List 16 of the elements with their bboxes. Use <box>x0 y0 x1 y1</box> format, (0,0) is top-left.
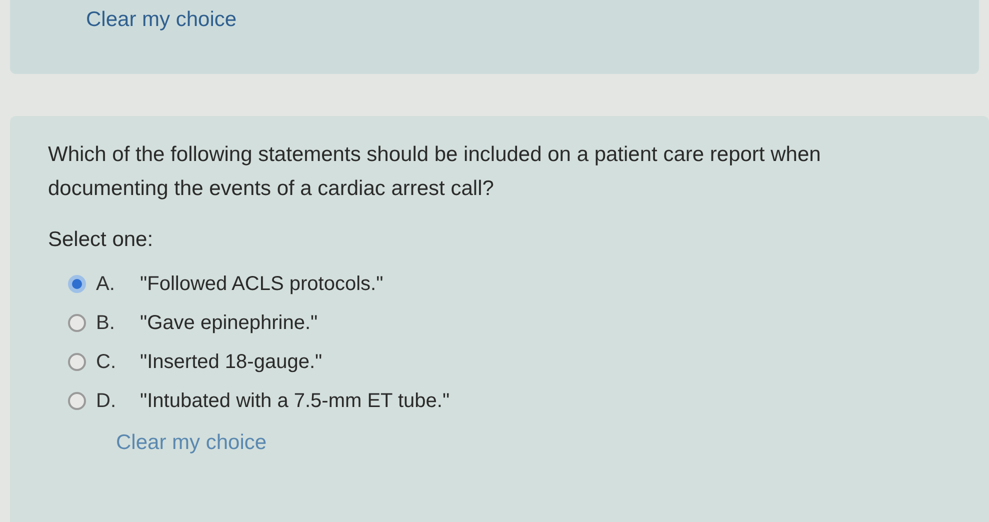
radio-button[interactable] <box>68 314 86 332</box>
radio-button[interactable] <box>68 274 86 292</box>
option-text: "Intubated with a 7.5-mm ET tube." <box>140 388 450 414</box>
option-text: "Followed ACLS protocols." <box>140 272 384 296</box>
option-text: "Inserted 18-gauge." <box>140 350 322 374</box>
select-one-label: Select one: <box>48 227 154 253</box>
question-text: Which of the following statements should be included on a patient care report when documenting the events of a cardiac arrest call? <box>48 142 822 202</box>
option-letter: D. <box>96 388 117 414</box>
clear-choice-link[interactable]: Clear my choice <box>116 426 267 458</box>
option-letter: B. <box>96 310 116 336</box>
clear-choice-link[interactable]: Clear my choice <box>86 4 237 36</box>
option-letter: A. <box>96 272 116 296</box>
option-text: "Gave epinephrine." <box>140 310 318 336</box>
option-letter: C. <box>96 350 117 374</box>
radio-button[interactable] <box>68 392 86 410</box>
radio-button[interactable] <box>68 352 86 370</box>
